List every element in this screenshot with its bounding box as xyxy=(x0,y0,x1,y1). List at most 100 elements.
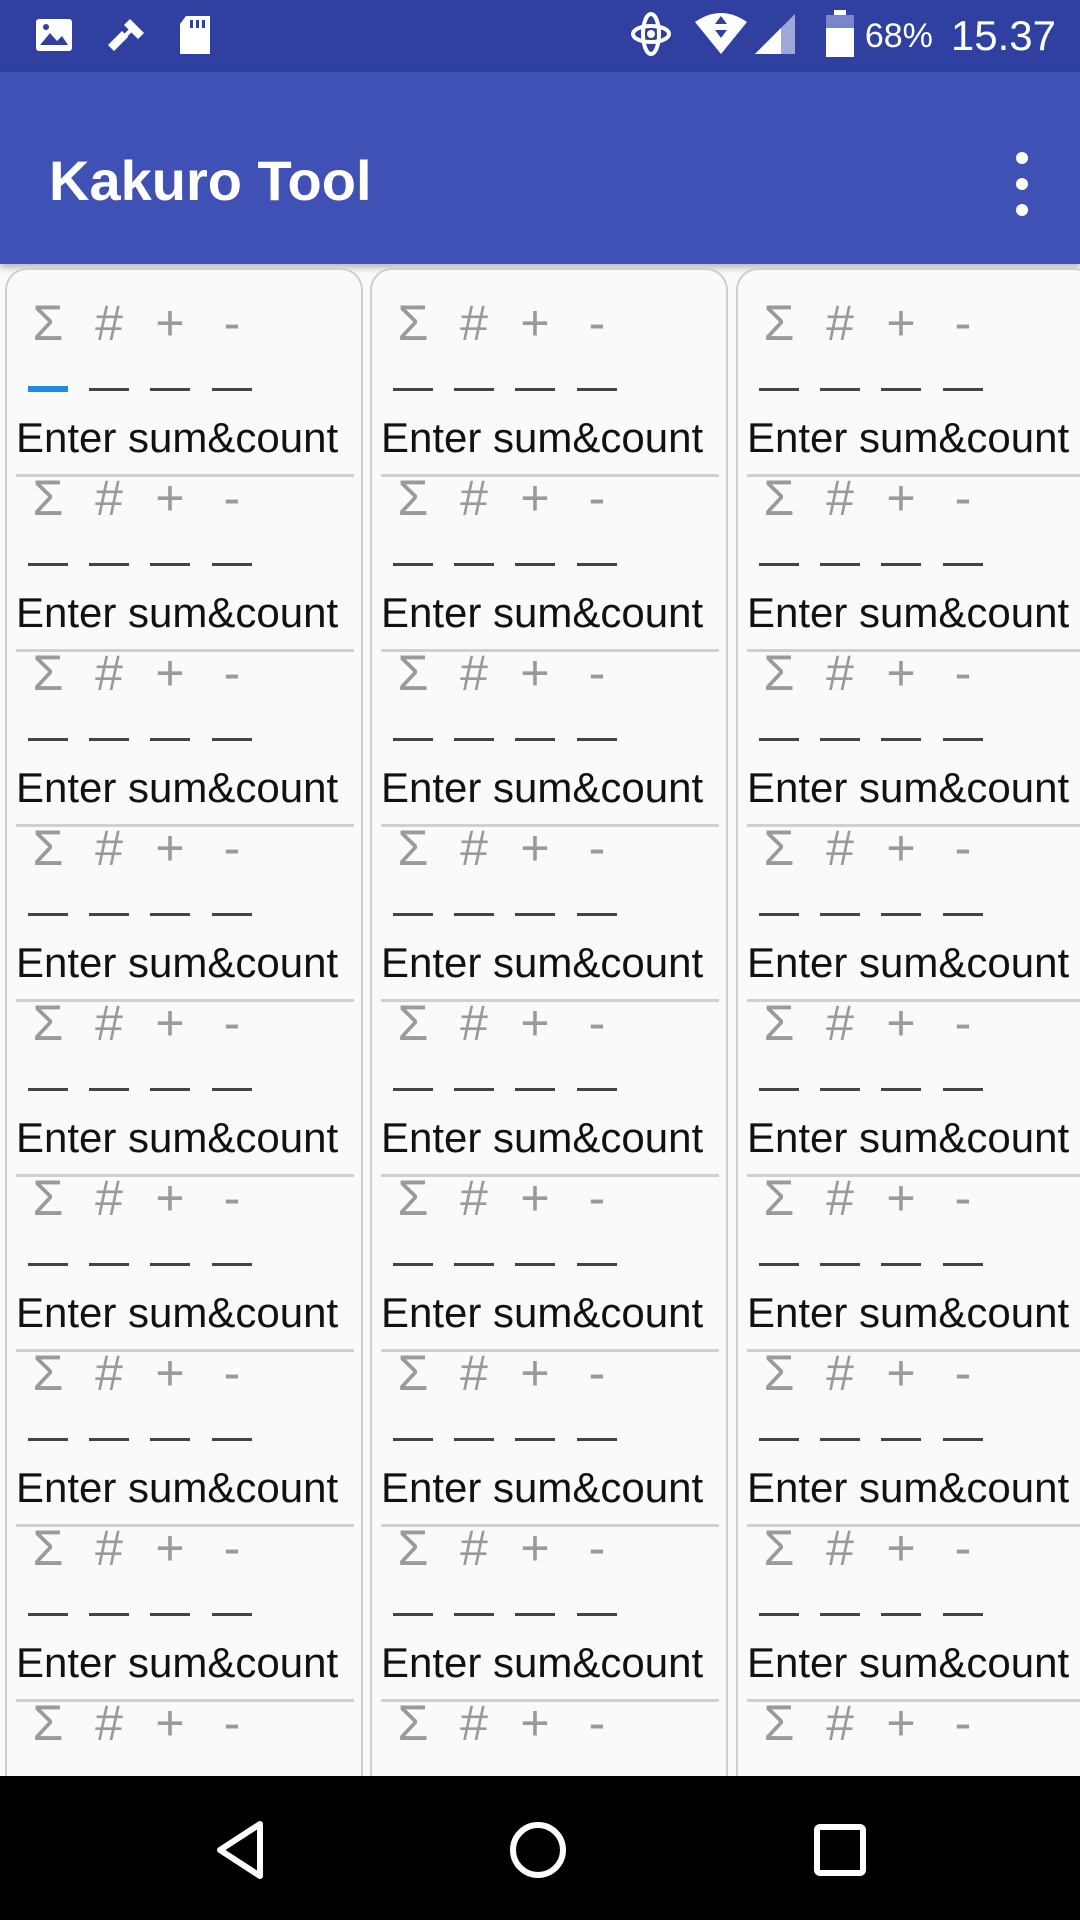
include-field[interactable]: + xyxy=(516,990,554,1056)
include-field[interactable]: + xyxy=(882,465,920,531)
count-field[interactable]: # xyxy=(821,1165,859,1231)
sum-count-input[interactable]: Enter sum&count xyxy=(16,1464,338,1512)
include-field[interactable]: + xyxy=(151,1165,189,1231)
sum-field[interactable]: Σ xyxy=(29,640,67,706)
count-field[interactable]: # xyxy=(455,465,493,531)
sum-field[interactable]: Σ xyxy=(394,1690,432,1756)
include-field[interactable]: + xyxy=(882,990,920,1056)
exclude-field[interactable]: - xyxy=(578,1690,616,1756)
exclude-field[interactable]: - xyxy=(578,465,616,531)
count-field[interactable]: # xyxy=(90,1690,128,1756)
include-field[interactable]: + xyxy=(516,640,554,706)
sum-count-input[interactable]: Enter sum&count xyxy=(16,589,338,637)
count-field[interactable]: # xyxy=(455,815,493,881)
count-field[interactable]: # xyxy=(821,815,859,881)
exclude-field[interactable]: - xyxy=(578,290,616,356)
count-field[interactable]: # xyxy=(455,1165,493,1231)
sum-field[interactable]: Σ xyxy=(394,1515,432,1581)
count-field[interactable]: # xyxy=(455,1515,493,1581)
sum-field[interactable]: Σ xyxy=(760,990,798,1056)
include-field[interactable]: + xyxy=(882,1515,920,1581)
include-field[interactable]: + xyxy=(151,290,189,356)
sum-field[interactable]: Σ xyxy=(394,290,432,356)
sum-count-input[interactable]: Enter sum&count xyxy=(747,939,1069,987)
include-field[interactable]: + xyxy=(516,1165,554,1231)
include-field[interactable]: + xyxy=(151,1515,189,1581)
count-field[interactable]: # xyxy=(455,1340,493,1406)
include-field[interactable]: + xyxy=(516,465,554,531)
exclude-field[interactable]: - xyxy=(213,1165,251,1231)
sum-field[interactable]: Σ xyxy=(394,815,432,881)
sum-field[interactable]: Σ xyxy=(29,1165,67,1231)
count-field[interactable]: # xyxy=(90,1165,128,1231)
include-field[interactable]: + xyxy=(516,1690,554,1756)
sum-field[interactable]: Σ xyxy=(760,815,798,881)
exclude-field[interactable]: - xyxy=(944,990,982,1056)
exclude-field[interactable]: - xyxy=(578,990,616,1056)
sum-count-input[interactable]: Enter sum&count xyxy=(747,414,1069,462)
exclude-field[interactable]: - xyxy=(944,1515,982,1581)
count-field[interactable]: # xyxy=(821,1690,859,1756)
sum-field[interactable]: Σ xyxy=(760,640,798,706)
sum-count-input[interactable]: Enter sum&count xyxy=(381,589,703,637)
sum-field[interactable]: Σ xyxy=(29,815,67,881)
exclude-field[interactable]: - xyxy=(944,1165,982,1231)
exclude-field[interactable]: - xyxy=(213,815,251,881)
sum-field[interactable]: Σ xyxy=(394,1165,432,1231)
exclude-field[interactable]: - xyxy=(944,465,982,531)
count-field[interactable]: # xyxy=(821,465,859,531)
count-field[interactable]: # xyxy=(821,640,859,706)
sum-field[interactable]: Σ xyxy=(29,990,67,1056)
count-field[interactable]: # xyxy=(90,290,128,356)
sum-count-input[interactable]: Enter sum&count xyxy=(381,1114,703,1162)
sum-count-input[interactable]: Enter sum&count xyxy=(747,764,1069,812)
sum-field[interactable]: Σ xyxy=(29,1690,67,1756)
include-field[interactable]: + xyxy=(151,990,189,1056)
home-icon[interactable] xyxy=(506,1818,570,1882)
sum-field[interactable]: Σ xyxy=(29,1515,67,1581)
sum-count-input[interactable]: Enter sum&count xyxy=(16,1639,338,1687)
sum-count-input[interactable]: Enter sum&count xyxy=(747,1464,1069,1512)
include-field[interactable]: + xyxy=(516,815,554,881)
count-field[interactable]: # xyxy=(821,990,859,1056)
include-field[interactable]: + xyxy=(151,815,189,881)
exclude-field[interactable]: - xyxy=(213,640,251,706)
exclude-field[interactable]: - xyxy=(578,1515,616,1581)
exclude-field[interactable]: - xyxy=(578,815,616,881)
back-icon[interactable] xyxy=(208,1818,272,1882)
sum-count-input[interactable]: Enter sum&count xyxy=(381,764,703,812)
sum-count-input[interactable]: Enter sum&count xyxy=(16,1114,338,1162)
sum-count-input[interactable]: Enter sum&count xyxy=(381,1639,703,1687)
sum-count-input[interactable]: Enter sum&count xyxy=(747,589,1069,637)
sum-field[interactable]: Σ xyxy=(760,465,798,531)
include-field[interactable]: + xyxy=(882,1340,920,1406)
sum-field[interactable]: Σ xyxy=(394,640,432,706)
include-field[interactable]: + xyxy=(151,465,189,531)
count-field[interactable]: # xyxy=(455,1690,493,1756)
sum-count-input[interactable]: Enter sum&count xyxy=(747,1639,1069,1687)
include-field[interactable]: + xyxy=(151,1340,189,1406)
exclude-field[interactable]: - xyxy=(944,290,982,356)
sum-count-input[interactable]: Enter sum&count xyxy=(747,1114,1069,1162)
sum-count-input[interactable]: Enter sum&count xyxy=(16,1289,338,1337)
exclude-field[interactable]: - xyxy=(213,1340,251,1406)
count-field[interactable]: # xyxy=(455,290,493,356)
exclude-field[interactable]: - xyxy=(578,1165,616,1231)
sum-count-input[interactable]: Enter sum&count xyxy=(16,414,338,462)
sum-count-input[interactable]: Enter sum&count xyxy=(381,1289,703,1337)
sum-field[interactable]: Σ xyxy=(394,990,432,1056)
include-field[interactable]: + xyxy=(882,290,920,356)
sum-field[interactable]: Σ xyxy=(760,1165,798,1231)
sum-field[interactable]: Σ xyxy=(394,1340,432,1406)
recent-apps-icon[interactable] xyxy=(808,1818,872,1882)
sum-field[interactable]: Σ xyxy=(29,290,67,356)
sum-count-input[interactable]: Enter sum&count xyxy=(381,414,703,462)
count-field[interactable]: # xyxy=(821,290,859,356)
count-field[interactable]: # xyxy=(821,1515,859,1581)
sum-count-input[interactable]: Enter sum&count xyxy=(381,1464,703,1512)
count-field[interactable]: # xyxy=(455,990,493,1056)
count-field[interactable]: # xyxy=(90,990,128,1056)
sum-count-input[interactable]: Enter sum&count xyxy=(16,764,338,812)
sum-field[interactable]: Σ xyxy=(394,465,432,531)
exclude-field[interactable]: - xyxy=(944,1690,982,1756)
